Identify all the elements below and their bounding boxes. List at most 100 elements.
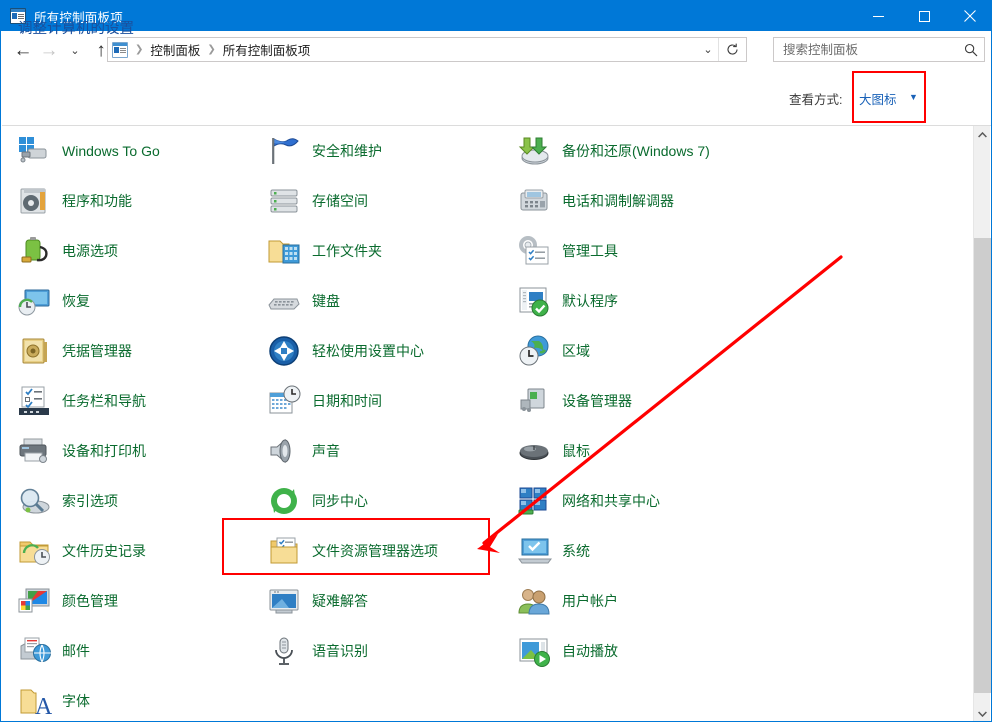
control-panel-item[interactable]: 索引选项: [2, 476, 252, 526]
control-panel-item-label[interactable]: 备份和还原(Windows 7): [562, 141, 710, 161]
control-panel-item-label[interactable]: 邮件: [62, 641, 90, 661]
control-panel-item[interactable]: 恢复: [2, 276, 252, 326]
control-panel-item[interactable]: 轻松使用设置中心: [252, 326, 502, 376]
control-panel-item[interactable]: 安全和维护: [252, 126, 502, 176]
control-panel-item[interactable]: A字体: [2, 676, 252, 722]
breadcrumb-item-control-panel[interactable]: 控制面板: [150, 40, 200, 59]
control-panel-item[interactable]: 设备和打印机: [2, 426, 252, 476]
mouse-icon: [516, 433, 552, 469]
control-panel-item[interactable]: 电源选项: [2, 226, 252, 276]
control-panel-item-label[interactable]: 存储空间: [312, 191, 368, 211]
security-and-maintenance-icon: [266, 133, 302, 169]
control-panel-item-label[interactable]: 程序和功能: [62, 191, 132, 211]
control-panel-item[interactable]: 疑难解答: [252, 576, 502, 626]
control-panel-item[interactable]: 管理工具: [502, 226, 842, 276]
control-panel-item[interactable]: 文件资源管理器选项: [252, 526, 502, 576]
control-panel-item-label[interactable]: 索引选项: [62, 491, 118, 511]
breadcrumb-item-all-items[interactable]: 所有控制面板项: [223, 40, 311, 59]
back-button[interactable]: ←: [10, 35, 36, 65]
address-dropdown-button[interactable]: ⌄: [697, 38, 719, 61]
control-panel-item[interactable]: 自动播放: [502, 626, 842, 676]
control-panel-item[interactable]: 鼠标: [502, 426, 842, 476]
control-panel-item[interactable]: 默认程序: [502, 276, 842, 326]
control-panel-item-label[interactable]: 声音: [312, 441, 340, 461]
control-panel-item-label[interactable]: 网络和共享中心: [562, 491, 660, 511]
search-button[interactable]: [958, 38, 984, 61]
sync-center-icon: [266, 483, 302, 519]
control-panel-item-label[interactable]: Windows To Go: [62, 143, 160, 159]
security-and-maintenance-icon: [266, 133, 302, 169]
control-panel-item-label[interactable]: 文件资源管理器选项: [312, 541, 438, 561]
control-panel-item-label[interactable]: 语音识别: [312, 641, 368, 661]
control-panel-item-label[interactable]: 安全和维护: [312, 141, 382, 161]
control-panel-item[interactable]: 声音: [252, 426, 502, 476]
control-panel-icon: [112, 42, 128, 58]
search-input[interactable]: [781, 42, 958, 58]
control-panel-item-label[interactable]: 字体: [62, 691, 90, 711]
control-panel-item-label[interactable]: 自动播放: [562, 641, 618, 661]
control-panel-item[interactable]: 凭据管理器: [2, 326, 252, 376]
control-panel-item-label[interactable]: 管理工具: [562, 241, 618, 261]
control-panel-item-label[interactable]: 凭据管理器: [62, 341, 132, 361]
taskbar-navigation-icon: [16, 383, 52, 419]
control-panel-item[interactable]: Windows To Go: [2, 126, 252, 176]
control-panel-item[interactable]: 程序和功能: [2, 176, 252, 226]
control-panel-item-label[interactable]: 系统: [562, 541, 590, 561]
refresh-button[interactable]: [718, 38, 745, 61]
control-panel-item[interactable]: 网络和共享中心: [502, 476, 842, 526]
control-panel-item-label[interactable]: 用户帐户: [562, 591, 618, 611]
scroll-up-button[interactable]: [974, 126, 991, 143]
control-panel-item[interactable]: 同步中心: [252, 476, 502, 526]
recent-locations-button[interactable]: ⌄: [62, 35, 88, 65]
search-box[interactable]: [773, 37, 985, 62]
minimize-button[interactable]: [855, 1, 901, 31]
control-panel-item-label[interactable]: 设备和打印机: [62, 441, 146, 461]
control-panel-item-label[interactable]: 疑难解答: [312, 591, 368, 611]
control-panel-item[interactable]: 日期和时间: [252, 376, 502, 426]
control-panel-item-label[interactable]: 恢复: [62, 291, 90, 311]
control-panel-item-label[interactable]: 文件历史记录: [62, 541, 146, 561]
chevron-down-icon[interactable]: ▼: [909, 92, 918, 102]
control-panel-item[interactable]: 存储空间: [252, 176, 502, 226]
devices-and-printers-icon: [16, 433, 52, 469]
control-panel-item[interactable]: 用户帐户: [502, 576, 842, 626]
control-panel-item[interactable]: 语音识别: [252, 626, 502, 676]
control-panel-item[interactable]: 工作文件夹: [252, 226, 502, 276]
control-panel-item[interactable]: 颜色管理: [2, 576, 252, 626]
scroll-down-button[interactable]: [974, 705, 991, 722]
address-bar[interactable]: ❯ 控制面板 ❯ 所有控制面板项 ⌄: [107, 37, 747, 62]
control-panel-item[interactable]: 备份和还原(Windows 7): [502, 126, 842, 176]
ease-of-access-icon: [266, 333, 302, 369]
scrollbar-thumb[interactable]: [974, 238, 991, 693]
close-button[interactable]: [947, 1, 992, 31]
control-panel-item-label[interactable]: 工作文件夹: [312, 241, 382, 261]
control-panel-item[interactable]: 系统: [502, 526, 842, 576]
control-panel-item[interactable]: 邮件: [2, 626, 252, 676]
control-panel-item-label[interactable]: 同步中心: [312, 491, 368, 511]
control-panel-item-label[interactable]: 电源选项: [62, 241, 118, 261]
work-folders-icon: [266, 233, 302, 269]
control-panel-item[interactable]: 区域: [502, 326, 842, 376]
control-panel-item[interactable]: 文件历史记录: [2, 526, 252, 576]
view-by-value[interactable]: 大图标: [859, 89, 897, 108]
control-panel-item-label[interactable]: 区域: [562, 341, 590, 361]
control-panel-item-label[interactable]: 任务栏和导航: [62, 391, 146, 411]
control-panel-item-label[interactable]: 键盘: [312, 291, 340, 311]
control-panel-item[interactable]: 电话和调制解调器: [502, 176, 842, 226]
backup-and-restore-icon: [516, 133, 552, 169]
ease-of-access-icon: [266, 333, 302, 369]
maximize-button[interactable]: [901, 1, 947, 31]
control-panel-item-label[interactable]: 颜色管理: [62, 591, 118, 611]
vertical-scrollbar[interactable]: [973, 126, 990, 722]
control-panel-item-label[interactable]: 轻松使用设置中心: [312, 341, 424, 361]
file-explorer-options-icon: [266, 533, 302, 569]
control-panel-item[interactable]: 任务栏和导航: [2, 376, 252, 426]
control-panel-item-label[interactable]: 电话和调制解调器: [562, 191, 674, 211]
control-panel-item-label[interactable]: 默认程序: [562, 291, 618, 311]
control-panel-item-label[interactable]: 设备管理器: [562, 391, 632, 411]
control-panel-item-label[interactable]: 日期和时间: [312, 391, 382, 411]
date-and-time-icon: [266, 383, 302, 419]
control-panel-item[interactable]: 键盘: [252, 276, 502, 326]
control-panel-item-label[interactable]: 鼠标: [562, 441, 590, 461]
control-panel-item[interactable]: 设备管理器: [502, 376, 842, 426]
